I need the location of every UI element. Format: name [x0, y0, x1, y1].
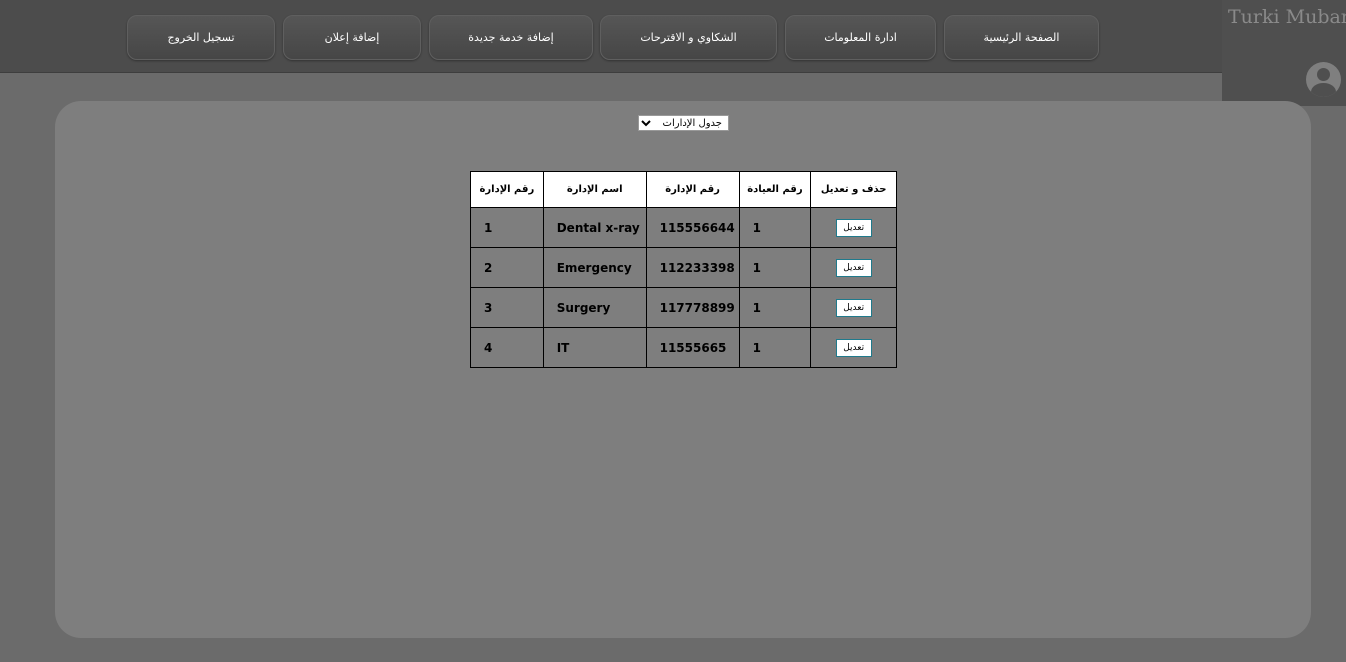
nav-home-button[interactable]: الصفحة الرئيسية [944, 15, 1099, 60]
header-dept-id: رقم الإدارة [470, 171, 544, 208]
header-dept-number: رقم الإدارة [645, 171, 740, 208]
cell-clinic-number: 1 [738, 327, 812, 368]
cell-actions: تعديل [810, 287, 897, 328]
cell-dept-number: 115556644 [645, 207, 740, 248]
top-navigation-bar: الصفحة الرئيسية ادارة المعلومات الشكاوي … [0, 0, 1346, 73]
cell-actions: تعديل [810, 247, 897, 288]
cell-clinic-number: 1 [738, 247, 812, 288]
nav-add-service-button[interactable]: إضافة خدمة جديدة [429, 15, 593, 60]
cell-dept-number: 112233398 [645, 247, 740, 288]
user-name: Turki Mubark [1228, 6, 1346, 28]
header-clinic-number: رقم العيادة [738, 171, 812, 208]
table-row: 2 Emergency 112233398 1 تعديل [470, 247, 897, 288]
cell-dept-name: Emergency [542, 247, 647, 288]
header-dept-name: اسم الإدارة [542, 171, 647, 208]
edit-button[interactable]: تعديل [835, 298, 872, 317]
avatar-head [1317, 68, 1330, 81]
cell-actions: تعديل [810, 327, 897, 368]
departments-table: رقم الإدارة اسم الإدارة رقم الإدارة رقم … [470, 171, 897, 368]
cell-dept-name: Dental x-ray [542, 207, 647, 248]
cell-dept-number: 117778899 [645, 287, 740, 328]
table-row: 4 IT 11555665 1 تعديل [470, 327, 897, 368]
nav-info-management-button[interactable]: ادارة المعلومات [785, 15, 936, 60]
cell-dept-number: 11555665 [645, 327, 740, 368]
cell-dept-name: IT [542, 327, 647, 368]
table-row: 1 Dental x-ray 115556644 1 تعديل [470, 207, 897, 248]
table-row: 3 Surgery 117778899 1 تعديل [470, 287, 897, 328]
cell-dept-name: Surgery [542, 287, 647, 328]
nav-complaints-button[interactable]: الشكاوي و الاقترحات [600, 15, 777, 60]
cell-actions: تعديل [810, 207, 897, 248]
header-actions: حذف و تعديل [810, 171, 897, 208]
edit-button[interactable]: تعديل [835, 218, 872, 237]
edit-button[interactable]: تعديل [835, 338, 872, 357]
table-header-row: رقم الإدارة اسم الإدارة رقم الإدارة رقم … [470, 171, 897, 208]
table-type-select[interactable]: جدول الإدارات [638, 115, 729, 131]
cell-clinic-number: 1 [738, 287, 812, 328]
nav-logout-button[interactable]: تسجيل الخروج [127, 15, 275, 60]
cell-dept-id: 4 [470, 327, 544, 368]
cell-dept-id: 1 [470, 207, 544, 248]
nav-add-ad-button[interactable]: إضافة إعلان [283, 15, 421, 60]
edit-button[interactable]: تعديل [835, 258, 872, 277]
cell-dept-id: 3 [470, 287, 544, 328]
user-box: Turki Mubark [1222, 0, 1346, 106]
user-avatar-icon[interactable] [1306, 62, 1341, 97]
cell-dept-id: 2 [470, 247, 544, 288]
cell-clinic-number: 1 [738, 207, 812, 248]
avatar-body [1311, 83, 1336, 97]
